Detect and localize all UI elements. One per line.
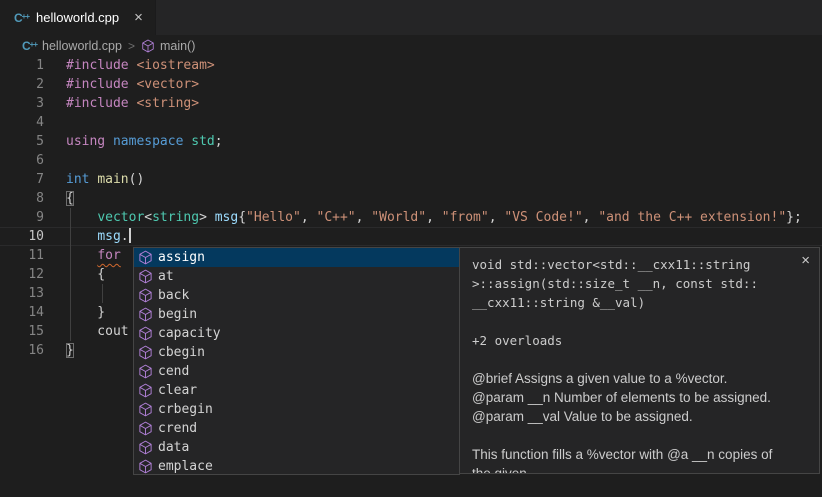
suggest-item-label: cbegin xyxy=(158,345,205,360)
suggest-item-crend[interactable]: crend xyxy=(134,419,459,438)
suggest-item-label: emplace xyxy=(158,459,213,474)
suggest-item-label: crend xyxy=(158,421,197,436)
suggest-item-label: cend xyxy=(158,364,189,379)
docs-description-line: This function fills a %vector with @a __… xyxy=(472,445,807,464)
line-number: 7 xyxy=(0,170,44,189)
suggest-item-back[interactable]: back xyxy=(134,286,459,305)
code-line[interactable]: 10 msg. xyxy=(0,227,822,246)
suggest-item-clear[interactable]: clear xyxy=(134,381,459,400)
symbol-method-icon xyxy=(138,402,153,417)
line-number: 2 xyxy=(0,75,44,94)
docs-description: @brief Assigns a given value to a %vecto… xyxy=(472,369,807,474)
line-number: 14 xyxy=(0,303,44,322)
docs-description-line: @param __val Value to be assigned. xyxy=(472,407,807,426)
suggest-item-label: begin xyxy=(158,307,197,322)
symbol-method-icon xyxy=(138,269,153,284)
symbol-method-icon xyxy=(138,345,153,360)
code-line[interactable]: 9 vector<string> msg{"Hello", "C++", "Wo… xyxy=(0,208,822,227)
symbol-method-icon xyxy=(138,421,153,436)
suggest-item-label: assign xyxy=(158,250,205,265)
suggest-item-assign[interactable]: assign xyxy=(134,248,459,267)
code-line[interactable]: 2#include <vector> xyxy=(0,75,822,94)
suggest-item-begin[interactable]: begin xyxy=(134,305,459,324)
docs-signature-line: >::assign(std::size_t __n, const std:: xyxy=(472,274,807,293)
suggest-item-cend[interactable]: cend xyxy=(134,362,459,381)
cpp-file-icon: C++ xyxy=(14,11,29,25)
docs-close-icon[interactable]: × xyxy=(801,253,810,268)
tab-helloworld-cpp[interactable]: C++ helloworld.cpp × xyxy=(0,0,156,35)
line-number: 3 xyxy=(0,94,44,113)
symbol-method-icon xyxy=(138,459,153,474)
code-line[interactable]: 4 xyxy=(0,113,822,132)
symbol-method-icon xyxy=(138,383,153,398)
suggest-item-emplace[interactable]: emplace xyxy=(134,457,459,475)
symbol-method-icon xyxy=(138,288,153,303)
tab-bar: C++ helloworld.cpp × xyxy=(0,0,822,35)
suggest-item-label: data xyxy=(158,440,189,455)
suggest-item-data[interactable]: data xyxy=(134,438,459,457)
suggest-item-label: capacity xyxy=(158,326,221,341)
suggest-docs-panel: × void std::vector<std::__cxx11::string>… xyxy=(460,247,820,474)
breadcrumb: C++ helloworld.cpp > main() xyxy=(0,35,822,56)
code-line[interactable]: 6 xyxy=(0,151,822,170)
docs-description-line xyxy=(472,426,807,445)
symbol-method-icon xyxy=(138,440,153,455)
suggest-item-label: at xyxy=(158,269,174,284)
suggest-item-crbegin[interactable]: crbegin xyxy=(134,400,459,419)
breadcrumb-symbol[interactable]: main() xyxy=(141,39,195,53)
line-number: 1 xyxy=(0,56,44,75)
breadcrumb-file[interactable]: C++ helloworld.cpp xyxy=(22,39,122,53)
line-number: 6 xyxy=(0,151,44,170)
suggest-widget: assign at back begin capacity cbegin cend clear… xyxy=(133,247,820,475)
suggest-item-label: crbegin xyxy=(158,402,213,417)
docs-description-line: the given xyxy=(472,464,807,474)
text-cursor xyxy=(129,228,131,243)
indent-guide xyxy=(102,284,103,303)
suggest-item-label: clear xyxy=(158,383,197,398)
docs-overloads: +2 overloads xyxy=(472,331,807,350)
spacer xyxy=(472,350,807,369)
suggest-item-capacity[interactable]: capacity xyxy=(134,324,459,343)
suggest-item-cbegin[interactable]: cbegin xyxy=(134,343,459,362)
line-number: 11 xyxy=(0,246,44,265)
spacer xyxy=(472,312,807,331)
docs-signature-line: void std::vector<std::__cxx11::string xyxy=(472,255,807,274)
code-line[interactable]: 5using namespace std; xyxy=(0,132,822,151)
line-number: 15 xyxy=(0,322,44,341)
vscode-window: C++ helloworld.cpp × C++ helloworld.cpp … xyxy=(0,0,822,497)
suggest-item-at[interactable]: at xyxy=(134,267,459,286)
code-line[interactable]: 7int main() xyxy=(0,170,822,189)
cpp-file-icon: C++ xyxy=(22,39,37,53)
line-number: 8 xyxy=(0,189,44,208)
symbol-method-icon xyxy=(138,307,153,322)
tab-label: helloworld.cpp xyxy=(36,10,119,25)
line-number: 10 xyxy=(0,227,44,246)
docs-signature-line: __cxx11::string &__val) xyxy=(472,293,807,312)
suggest-list[interactable]: assign at back begin capacity cbegin cend clear… xyxy=(133,247,460,475)
symbol-method-icon xyxy=(138,250,153,265)
suggest-item-label: back xyxy=(158,288,189,303)
line-number: 5 xyxy=(0,132,44,151)
docs-description-line: @brief Assigns a given value to a %vecto… xyxy=(472,369,807,388)
code-line[interactable]: 8{ xyxy=(0,189,822,208)
chevron-right-icon: > xyxy=(128,39,135,53)
line-number: 13 xyxy=(0,284,44,303)
symbol-method-icon xyxy=(138,364,153,379)
line-number: 12 xyxy=(0,265,44,284)
docs-signature: void std::vector<std::__cxx11::string>::… xyxy=(472,255,807,312)
tab-close-icon[interactable]: × xyxy=(134,10,143,25)
code-line[interactable]: 1#include <iostream> xyxy=(0,56,822,75)
line-number: 16 xyxy=(0,341,44,360)
indent-guide xyxy=(70,208,71,341)
code-line[interactable]: 3#include <string> xyxy=(0,94,822,113)
line-number: 9 xyxy=(0,208,44,227)
symbol-method-icon xyxy=(141,39,155,53)
docs-description-line: @param __n Number of elements to be assi… xyxy=(472,388,807,407)
symbol-method-icon xyxy=(138,326,153,341)
line-number: 4 xyxy=(0,113,44,132)
